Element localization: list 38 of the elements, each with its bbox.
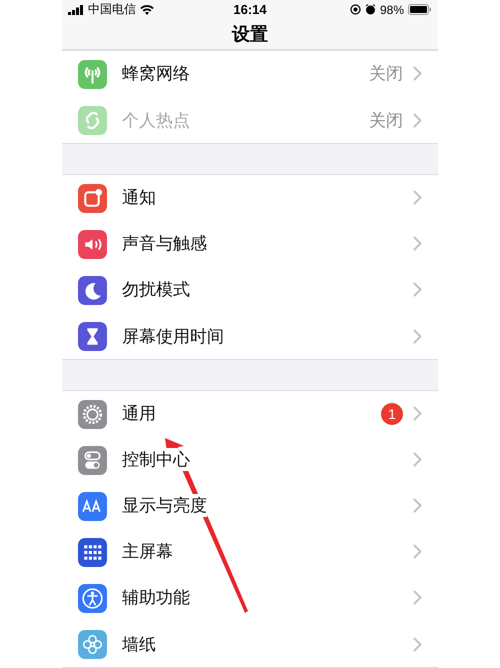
battery-percent: 98% <box>380 2 404 17</box>
carrier-name: 中国电信 <box>88 1 136 18</box>
setting-label[interactable]: 控制中心 <box>122 448 190 471</box>
chevron-icon <box>413 452 422 467</box>
chevron-icon <box>413 328 422 344</box>
chevron-icon <box>413 544 422 559</box>
text-icon <box>78 492 107 520</box>
chevron-icon <box>413 282 422 297</box>
setting-value: 关闭 <box>369 110 403 132</box>
flower-icon <box>78 630 107 658</box>
chevron-icon <box>413 498 422 513</box>
grid-icon <box>78 538 107 566</box>
toggles-icon <box>78 446 107 474</box>
battery-icon <box>408 4 432 16</box>
antenna-icon <box>78 60 107 88</box>
accessibility-icon <box>78 584 107 612</box>
status-time: 16:14 <box>233 2 267 18</box>
gear-icon <box>78 400 107 428</box>
hourglass-icon <box>78 322 107 350</box>
orientation-lock-icon <box>350 4 361 16</box>
moon-icon <box>78 276 107 304</box>
notification-badge: 1 <box>381 402 403 424</box>
setting-value: 关闭 <box>369 63 403 85</box>
chevron-icon <box>413 636 422 652</box>
page-title: 设置 <box>232 23 268 46</box>
notification-icon <box>78 184 107 212</box>
sound-icon <box>78 230 107 258</box>
chevron-icon <box>413 190 422 205</box>
setting-label[interactable]: 显示与亮度 <box>122 494 207 517</box>
signal-icon <box>68 4 84 15</box>
chevron-icon <box>413 66 422 81</box>
alarm-icon <box>364 4 376 16</box>
link-icon <box>78 106 107 134</box>
chevron-icon <box>413 112 422 128</box>
chevron-icon <box>413 590 422 605</box>
wifi-icon <box>140 4 154 15</box>
chevron-icon <box>413 406 422 421</box>
chevron-icon <box>413 236 422 251</box>
